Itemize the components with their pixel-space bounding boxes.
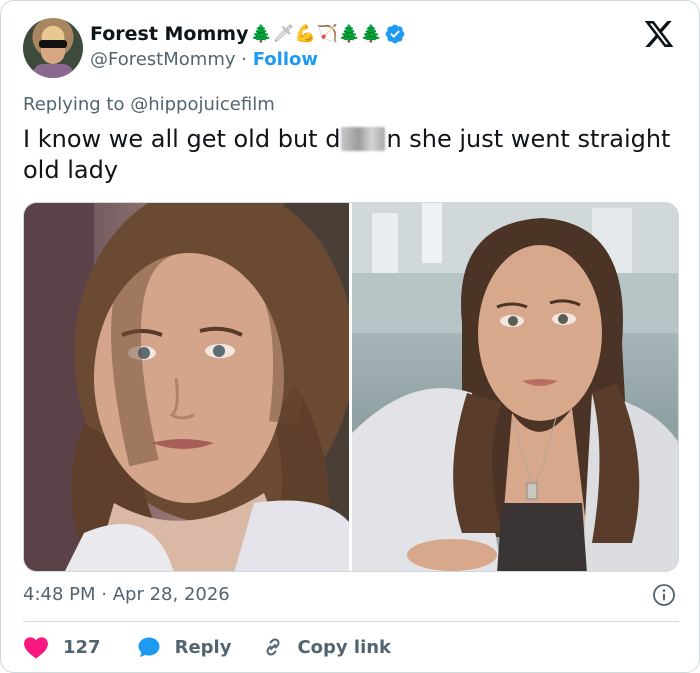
name-emojis: 🌲 🗡 💪 🏹 🌲 🌲 xyxy=(250,23,382,45)
tweet-text: I know we all get old but dn she just we… xyxy=(23,124,673,186)
author-name-row: Forest Mommy 🌲 🗡 💪 🏹 🌲 🌲 xyxy=(90,21,406,47)
tweet-timestamp[interactable]: 4:48 PM · Apr 28, 2026 xyxy=(23,584,230,605)
tree-emoji-icon: 🌲 xyxy=(250,24,273,44)
tweet-text-before: I know we all get old but d xyxy=(23,125,341,153)
reply-button[interactable]: Reply xyxy=(137,635,232,659)
heart-icon xyxy=(24,637,48,659)
copy-link-label: Copy link xyxy=(297,636,392,658)
reply-bubble-icon xyxy=(138,637,160,657)
reply-label: Reply xyxy=(174,636,232,658)
like-button[interactable]: 127 xyxy=(23,635,101,659)
meta-separator: · xyxy=(101,584,107,605)
avatar[interactable] xyxy=(23,18,83,78)
copy-link-button[interactable]: Copy link xyxy=(261,635,391,659)
handle-separator: · xyxy=(241,49,247,70)
handle-row: @ForestMommy · Follow xyxy=(90,49,318,70)
verified-badge-icon xyxy=(386,24,405,44)
follow-button[interactable]: Follow xyxy=(253,49,318,70)
media-photo-left[interactable] xyxy=(24,203,349,571)
media-photo-right[interactable] xyxy=(351,203,678,571)
display-name[interactable]: Forest Mommy xyxy=(90,23,248,45)
replying-to: Replying to @hippojuicefilm xyxy=(23,94,275,115)
tweet-date: Apr 28, 2026 xyxy=(112,584,230,605)
author-handle[interactable]: @ForestMommy xyxy=(90,49,236,70)
tweet-actions: 127 Reply Copy link xyxy=(23,631,391,663)
woman-portrait-right-image xyxy=(351,203,678,571)
actions-divider xyxy=(23,621,679,622)
x-logo-icon[interactable] xyxy=(641,18,677,50)
like-count: 127 xyxy=(63,636,101,658)
bow-arrow-emoji-icon: 🏹 xyxy=(316,24,339,44)
info-icon[interactable] xyxy=(652,583,676,607)
flexed-arm-emoji-icon: 💪 xyxy=(294,24,317,44)
tweet-media[interactable] xyxy=(23,202,679,572)
censor-blur xyxy=(341,127,386,151)
link-icon xyxy=(266,638,280,656)
woman-portrait-left-image xyxy=(24,203,349,571)
tweet-card: Forest Mommy 🌲 🗡 💪 🏹 🌲 🌲 @ForestMommy · … xyxy=(0,0,700,673)
tree-emoji-icon: 🌲 xyxy=(338,24,361,44)
replying-prefix: Replying to xyxy=(23,94,125,115)
reply-target-handle[interactable]: @hippojuicefilm xyxy=(130,94,275,115)
tree-emoji-icon: 🌲 xyxy=(360,24,383,44)
tweet-time: 4:48 PM xyxy=(23,584,96,605)
dagger-emoji-icon: 🗡 xyxy=(272,24,295,44)
